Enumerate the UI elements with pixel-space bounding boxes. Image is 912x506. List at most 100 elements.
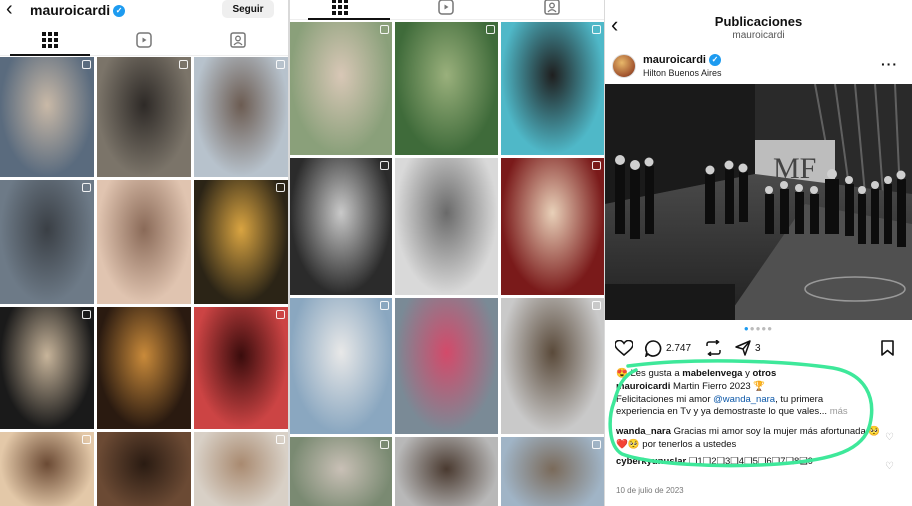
likes-others: otros	[752, 368, 777, 379]
profile-grid-panel-center	[290, 0, 604, 506]
grid-photo-tile[interactable]	[97, 57, 191, 177]
post-photo[interactable]: MF	[605, 84, 912, 320]
comment-username-2[interactable]: cyberkyunuslar	[616, 456, 686, 467]
comment-username[interactable]: wanda_nara	[616, 426, 671, 437]
repost-icon[interactable]	[705, 339, 722, 361]
grid-photo-tile[interactable]	[0, 307, 94, 429]
follow-button[interactable]: Seguir	[222, 0, 274, 18]
comment-count: 2.747	[666, 343, 692, 354]
post-actions: 2.747 3	[605, 336, 912, 362]
post-detail-panel: ‹ Publicaciones mauroicardi mauroicardi ✓…	[605, 0, 912, 506]
username-text: mauroicardi	[30, 2, 111, 18]
grid-photo-tile[interactable]	[194, 57, 288, 177]
more-options-icon[interactable]: ···	[881, 56, 898, 72]
comment-item: wanda_nara Gracias mi amor soy la mujer …	[616, 426, 881, 451]
caption-username[interactable]: mauroicardi	[616, 381, 670, 392]
caption-text-post: , tu primera	[775, 393, 824, 405]
photo-grid-center	[290, 22, 604, 506]
post-author-name[interactable]: mauroicardi ✓	[643, 54, 721, 67]
grid-photo-tile[interactable]	[395, 22, 498, 155]
page-subtitle: mauroicardi	[732, 30, 785, 41]
save-bookmark-icon[interactable]	[881, 340, 894, 361]
post-page-header: ‹ Publicaciones mauroicardi	[605, 0, 912, 50]
page-title: Publicaciones	[714, 14, 803, 29]
grid-photo-tile[interactable]	[97, 432, 191, 506]
multi-photo-icon	[380, 25, 389, 34]
photo-grid	[0, 57, 288, 506]
grid-photo-tile[interactable]	[290, 298, 392, 434]
post-location[interactable]: Hilton Buenos Aires	[643, 68, 722, 78]
multi-photo-icon	[82, 60, 91, 69]
tagged-tab-icon[interactable]	[228, 30, 248, 50]
caption-title: Martin Fierro 2023 🏆	[673, 381, 766, 392]
reels-tab-icon-center[interactable]	[436, 0, 456, 17]
author-text: mauroicardi	[643, 54, 706, 66]
grid-photo-tile[interactable]	[0, 432, 94, 506]
multi-photo-icon	[592, 161, 601, 170]
verified-badge-icon-post: ✓	[708, 54, 721, 67]
grid-photo-tile[interactable]	[194, 432, 288, 506]
comment-like-icon-2[interactable]: ♡	[885, 461, 894, 472]
profile-grid-panel-left: ‹ mauroicardi ✓ Seguir	[0, 0, 288, 506]
comment-text-2: ❏1❏2❏3❏4❏5❏6❏7❏8❏9	[688, 456, 814, 467]
avatar[interactable]	[612, 54, 636, 78]
multi-photo-icon	[592, 25, 601, 34]
profile-username: mauroicardi ✓	[30, 2, 126, 18]
share-send-icon[interactable]	[735, 340, 751, 361]
likes-and: y	[745, 368, 750, 379]
active-tab-indicator	[10, 54, 90, 56]
grid-photo-tile[interactable]	[194, 307, 288, 429]
post-date: 10 de julio de 2023	[616, 486, 684, 495]
caption-mention[interactable]: @wanda_nara	[713, 394, 775, 405]
liked-by-emoji: 😍	[616, 368, 628, 379]
caption-more-link[interactable]: más	[830, 406, 848, 417]
multi-photo-icon	[486, 25, 495, 34]
comment-bubble-icon[interactable]	[644, 340, 662, 362]
grid-photo-tile[interactable]	[290, 22, 392, 155]
caption-text-pre: Felicitaciones mi amor	[616, 393, 711, 405]
multi-photo-icon	[276, 60, 285, 69]
multi-photo-icon	[276, 183, 285, 192]
multi-photo-icon	[380, 161, 389, 170]
post-caption: mauroicardi Martin Fierro 2023 🏆 Felicit…	[616, 381, 881, 419]
comment-item-2: cyberkyunuslar ❏1❏2❏3❏4❏5❏6❏7❏8❏9	[616, 456, 881, 469]
profile-tabs-center	[290, 0, 604, 20]
likes-prefix: Les gusta a	[630, 368, 680, 379]
multi-photo-icon	[592, 301, 601, 310]
grid-photo-tile[interactable]	[501, 298, 604, 434]
tagged-tab-icon-center[interactable]	[542, 0, 562, 17]
profile-header: ‹ mauroicardi ✓ Seguir	[0, 0, 288, 22]
likes-line[interactable]: 😍 Les gusta a mabelenvega y otros	[616, 368, 776, 379]
grid-photo-tile[interactable]	[395, 158, 498, 295]
grid-photo-tile[interactable]	[395, 298, 498, 434]
share-count: 3	[755, 343, 761, 354]
grid-tab-icon[interactable]	[40, 30, 60, 50]
grid-photo-tile[interactable]	[501, 158, 604, 295]
post-photo-scene: MF	[605, 84, 912, 320]
multi-photo-icon	[380, 301, 389, 310]
back-arrow-icon[interactable]: ‹	[6, 0, 13, 19]
grid-photo-tile[interactable]	[97, 180, 191, 304]
grid-photo-tile[interactable]	[0, 180, 94, 304]
grid-photo-tile[interactable]	[0, 57, 94, 177]
multi-photo-icon	[276, 435, 285, 444]
profile-tabs	[0, 22, 288, 56]
grid-photo-tile[interactable]	[290, 437, 392, 506]
likes-user: mabelenvega	[682, 368, 743, 379]
like-heart-icon[interactable]	[614, 339, 634, 361]
grid-photo-tile[interactable]	[194, 180, 288, 304]
carousel-dots: ●●●●●	[743, 324, 774, 333]
multi-photo-icon	[276, 310, 285, 319]
comment-like-icon[interactable]: ♡	[885, 432, 894, 443]
post-author-row: mauroicardi ✓ Hilton Buenos Aires ···	[605, 52, 912, 84]
grid-tab-icon-center[interactable]	[330, 0, 350, 17]
multi-photo-icon	[380, 440, 389, 449]
caption-text-line3: experiencia en Tv y ya demostraste lo qu…	[616, 406, 828, 417]
grid-photo-tile[interactable]	[501, 22, 604, 155]
grid-photo-tile[interactable]	[97, 307, 191, 429]
grid-photo-tile[interactable]	[290, 158, 392, 295]
grid-photo-tile[interactable]	[501, 437, 604, 506]
reels-tab-icon[interactable]	[134, 30, 154, 50]
multi-photo-icon	[82, 310, 91, 319]
grid-photo-tile[interactable]	[395, 437, 498, 506]
